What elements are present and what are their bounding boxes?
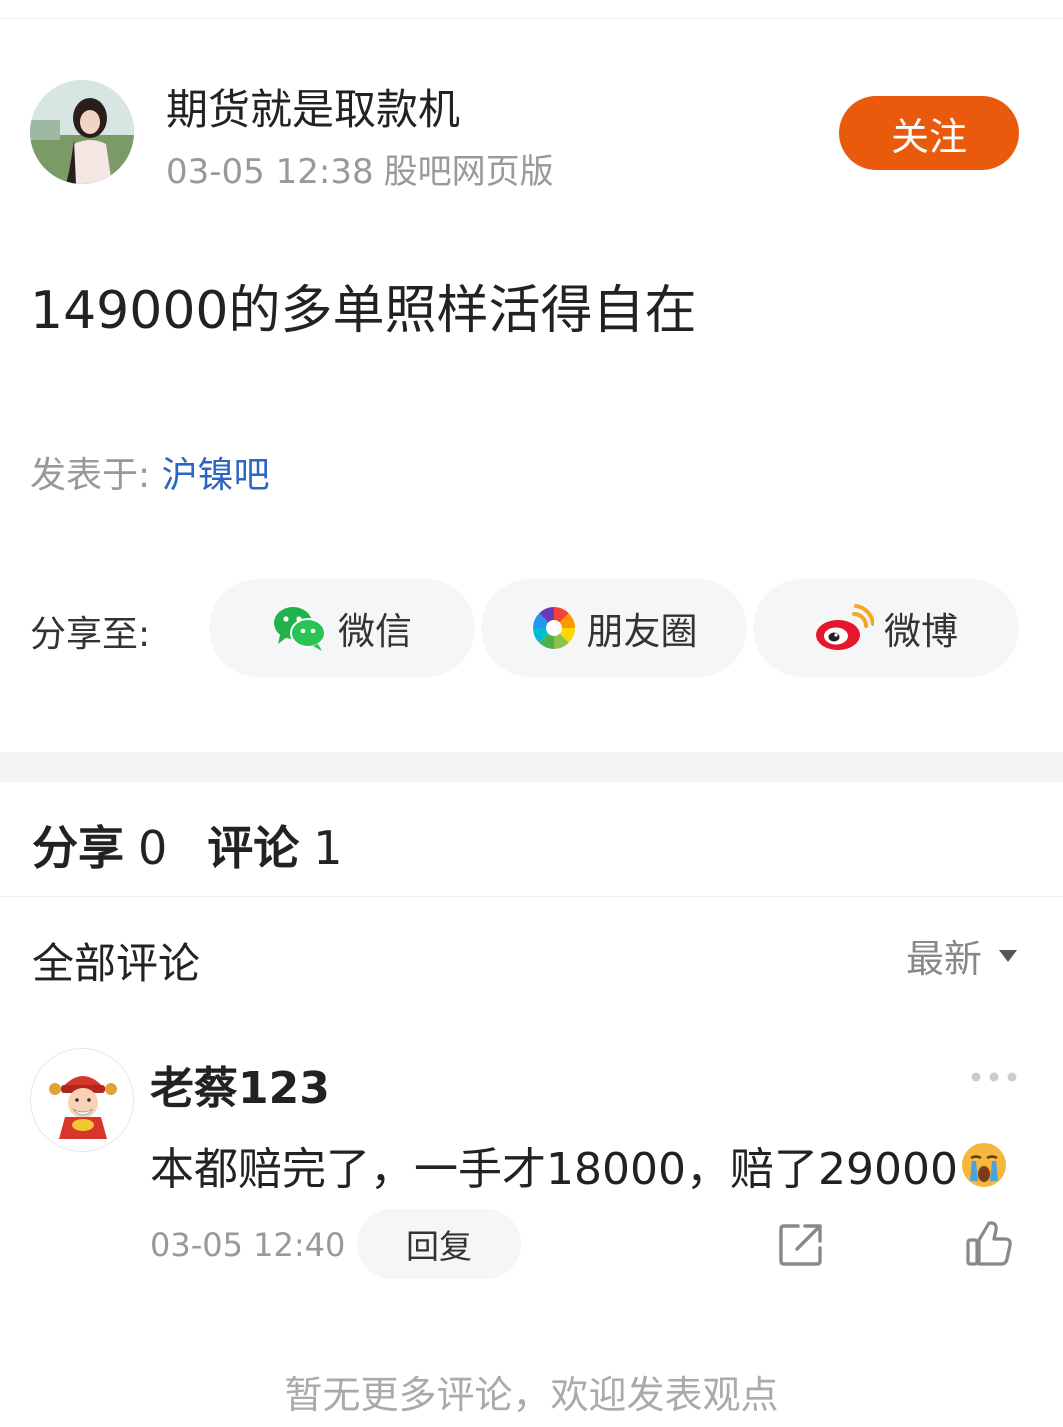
share-icon[interactable] (778, 1222, 824, 1268)
tab-comments-count: 1 (313, 821, 343, 875)
more-options-icon[interactable] (968, 1064, 1020, 1090)
share-weibo-label: 微博 (884, 610, 958, 653)
commenter-name[interactable]: 老蔡123 (150, 1052, 330, 1116)
no-more-comments: 暂无更多评论，欢迎发表观点 (284, 1373, 779, 1417)
post-source: 股吧网页版 (383, 152, 554, 192)
thumbs-up-icon[interactable] (965, 1220, 1013, 1268)
top-divider (0, 18, 1063, 19)
posted-in-label: 发表于: (30, 455, 162, 496)
commenter-avatar[interactable] (30, 1048, 134, 1152)
follow-button[interactable]: 关注 (839, 96, 1019, 170)
share-wechat-button[interactable]: 微信 (209, 579, 475, 677)
comment-body: 本都赔完了，一手才18000，赔了29000 (150, 1144, 958, 1195)
weibo-icon (814, 604, 874, 652)
wechat-icon (272, 604, 328, 652)
share-weibo-button[interactable]: 微博 (753, 579, 1019, 677)
bar-link[interactable]: 沪镍吧 (162, 455, 270, 496)
tab-share[interactable]: 分享 0 (32, 812, 167, 878)
share-wechat-label: 微信 (338, 610, 412, 653)
caret-down-icon (998, 949, 1018, 963)
post-timestamp: 03-05 12:38 (166, 152, 374, 192)
post-meta: 03-05 12:38 股吧网页版 (166, 144, 564, 193)
share-moments-button[interactable]: 朋友圈 (481, 579, 747, 677)
all-comments-title: 全部评论 (32, 939, 201, 988)
sort-label: 最新 (906, 937, 983, 981)
reply-button[interactable]: 回复 (357, 1209, 521, 1279)
tabs-divider (0, 896, 1063, 897)
comment-text: 本都赔完了，一手才18000，赔了29000 (150, 1133, 1008, 1197)
post-content: 149000的多单照样活得自在 (30, 281, 697, 341)
share-moments-label: 朋友圈 (586, 610, 698, 653)
moments-icon (531, 605, 577, 651)
author-avatar[interactable] (30, 80, 134, 184)
posted-in: 发表于: 沪镍吧 (30, 446, 270, 498)
engagement-tabs: 分享 0 评论 1 (32, 812, 383, 878)
share-label: 分享至: (30, 614, 151, 655)
section-divider (0, 752, 1063, 782)
tab-share-count: 0 (138, 821, 168, 875)
tab-share-label: 分享 (32, 821, 124, 875)
comment-time: 03-05 12:40 (150, 1226, 346, 1264)
tab-comments[interactable]: 评论 1 (207, 812, 342, 878)
author-name[interactable]: 期货就是取款机 (166, 76, 460, 137)
tab-comments-label: 评论 (207, 821, 300, 875)
crying-face-icon (960, 1141, 1008, 1189)
sort-dropdown[interactable]: 最新 (906, 928, 1018, 983)
